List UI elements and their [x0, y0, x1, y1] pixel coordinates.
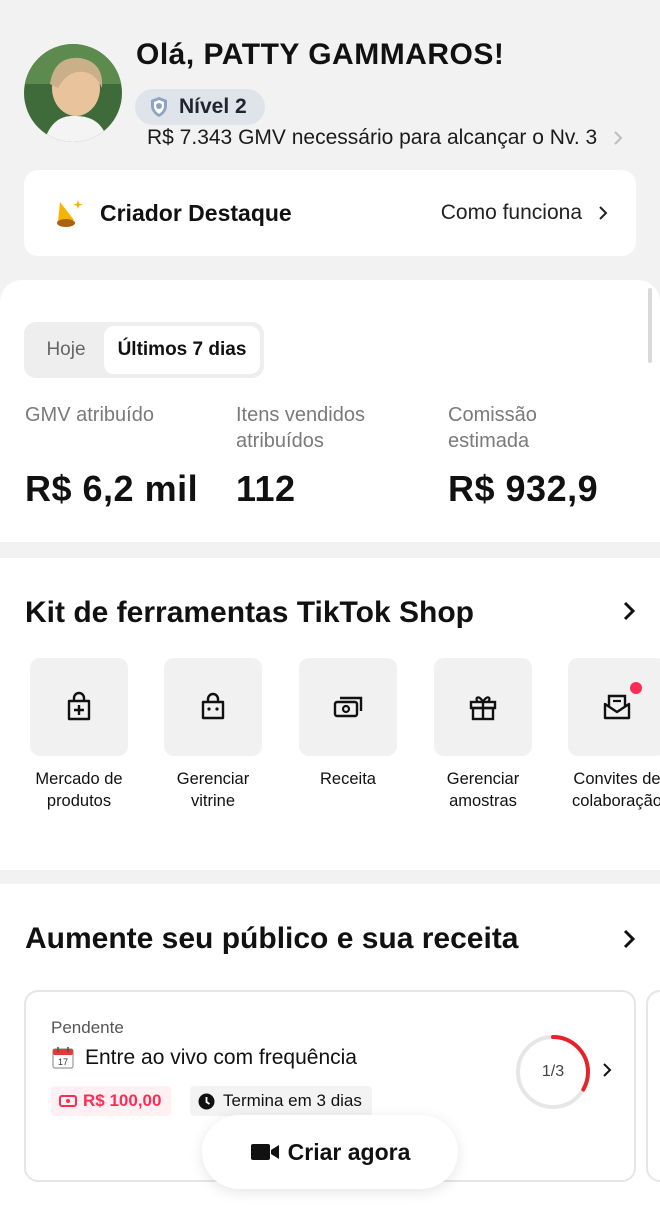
gift-icon — [469, 696, 497, 721]
bag-plus-icon — [67, 691, 91, 721]
tool-manage-samples[interactable]: Gerenciar amostras — [416, 658, 550, 812]
metric-items-sold: Itens vendidos atribuídos 112 — [236, 402, 416, 509]
toolkit-title: Kit de ferramentas TikTok Shop — [25, 596, 474, 629]
tool-label: Gerenciar amostras — [446, 770, 520, 810]
metric-label: Comissão estimada — [448, 404, 537, 452]
money-icon — [333, 696, 363, 718]
chevron-right-icon — [614, 131, 623, 145]
metric-label: GMV atribuído — [25, 404, 154, 426]
scrollbar[interactable] — [648, 288, 652, 363]
reward-value: R$ 100,00 — [83, 1091, 162, 1110]
chevron-right-icon[interactable] — [620, 928, 638, 950]
how-it-works-link[interactable]: Como funciona — [441, 201, 582, 225]
chevron-right-icon — [599, 206, 608, 220]
task-card-next[interactable] — [646, 990, 660, 1182]
tool-manage-showcase[interactable]: Gerenciar vitrine — [146, 658, 280, 812]
video-camera-icon — [250, 1144, 279, 1160]
chevron-right-icon[interactable] — [600, 1062, 614, 1078]
svg-text:17: 17 — [58, 1057, 68, 1067]
tool-product-marketplace[interactable]: Mercado de produtos — [12, 658, 146, 812]
metric-gmv: GMV atribuído R$ 6,2 mil — [25, 402, 215, 509]
task-title-row: 17 Entre ao vivo com frequência — [51, 1046, 357, 1070]
metric-value: 112 — [236, 468, 296, 509]
tab-last-7-days[interactable]: Últimos 7 dias — [104, 326, 260, 374]
create-now-label: Criar agora — [287, 1138, 411, 1165]
create-now-button[interactable]: Criar agora — [202, 1115, 458, 1189]
tool-revenue[interactable]: Receita — [281, 658, 415, 790]
featured-creator-title: Criador Destaque — [100, 199, 292, 226]
deadline-badge: Termina em 3 dias — [190, 1086, 372, 1116]
greeting-title: Olá, PATTY GAMMAROS! — [136, 38, 505, 71]
tab-today[interactable]: Hoje — [28, 326, 104, 374]
deadline-text: Termina em 3 dias — [223, 1091, 362, 1110]
ticket-icon — [59, 1095, 77, 1107]
metric-label: Itens vendidos atribuídos — [236, 404, 365, 452]
clock-icon — [198, 1093, 215, 1109]
task-status: Pendente — [51, 1018, 124, 1037]
gmv-needed-link[interactable]: R$ 7.343 GMV necessário para alcançar o … — [147, 126, 625, 150]
progress-text: 1/3 — [541, 1063, 565, 1080]
metric-commission: Comissão estimada R$ 932,9 — [448, 402, 598, 509]
metric-value: R$ 932,9 — [448, 468, 599, 509]
tool-collaboration-invites[interactable]: Convites de colaboração — [550, 658, 660, 812]
level-label: Nível 2 — [179, 95, 247, 118]
calendar-icon: 17 — [52, 1047, 74, 1069]
shield-icon — [151, 97, 167, 117]
period-selector: Hoje Últimos 7 dias — [24, 322, 264, 378]
avatar[interactable] — [24, 44, 122, 142]
spotlight-icon — [57, 200, 83, 227]
tool-label: Convites de colaboração — [572, 770, 660, 810]
notification-dot — [630, 682, 642, 694]
tool-label: Gerenciar vitrine — [176, 770, 250, 810]
envelope-icon — [603, 694, 631, 720]
metric-value: R$ 6,2 mil — [25, 468, 199, 509]
gmv-needed-text: R$ 7.343 GMV necessário para alcançar o … — [147, 126, 598, 149]
audience-title: Aumente seu público e sua receita — [25, 922, 519, 955]
level-badge[interactable]: Nível 2 — [135, 89, 265, 125]
shop-bag-icon — [201, 692, 225, 720]
chevron-right-icon[interactable] — [620, 600, 638, 622]
tool-label: Mercado de produtos — [35, 770, 123, 810]
featured-creator-card[interactable]: Criador Destaque Como funciona — [24, 170, 636, 256]
task-title: Entre ao vivo com frequência — [85, 1046, 357, 1069]
tool-label: Receita — [320, 770, 376, 788]
reward-badge: R$ 100,00 — [51, 1086, 172, 1116]
